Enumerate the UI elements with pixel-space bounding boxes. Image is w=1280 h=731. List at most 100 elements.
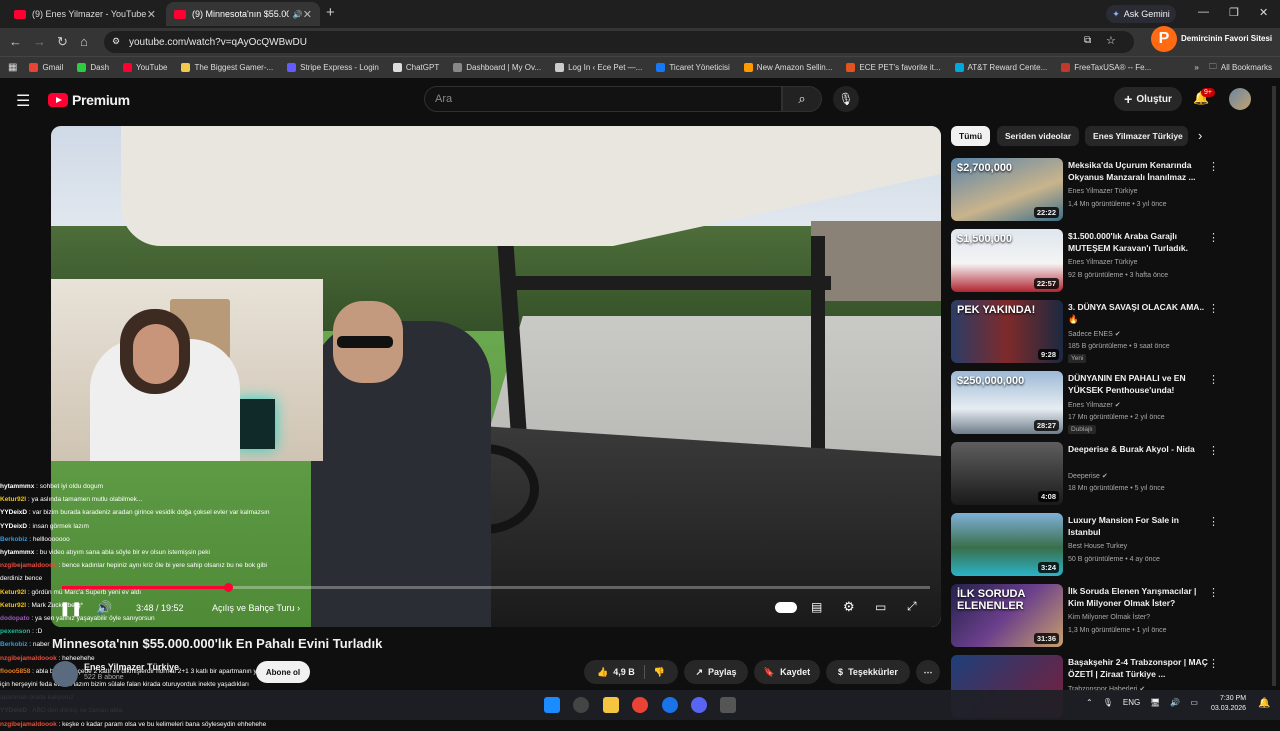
video-thumbnail[interactable]: 3:24: [951, 513, 1063, 576]
site-info-icon[interactable]: ⚙: [112, 36, 120, 47]
recommendation-title[interactable]: Başakşehir 2-4 Trabzonspor | MAÇ ÖZETİ |…: [1068, 656, 1208, 680]
bookmark-item[interactable]: Dashboard | My Ov...: [453, 63, 541, 72]
recommendation-card[interactable]: PEK YAKINDA! 9:28 3. DÜNYA SAVAŞI OLACAK A…: [951, 300, 1263, 364]
recommendation-channel-row[interactable]: Best House Turkey: [1068, 543, 1127, 550]
more-options-icon[interactable]: ⋮: [1208, 515, 1219, 528]
back-icon[interactable]: ←: [9, 34, 22, 49]
all-bookmarks-button[interactable]: 🗀 All Bookmarks: [1209, 61, 1272, 75]
discord-icon[interactable]: [691, 697, 707, 713]
reload-icon[interactable]: ↻: [57, 34, 68, 50]
notification-center-icon[interactable]: 🔔: [1258, 698, 1270, 709]
recommendation-channel-row[interactable]: Kim Milyoner Olmak İster?: [1068, 614, 1150, 621]
video-thumbnail[interactable]: $1,500,000 22:57: [951, 229, 1063, 292]
file-explorer-icon[interactable]: [603, 697, 619, 713]
forward-icon[interactable]: →: [33, 34, 46, 49]
home-icon[interactable]: ⌂: [80, 34, 88, 49]
install-app-icon[interactable]: ⧉: [1084, 35, 1091, 46]
chip-series[interactable]: Seriden videolar: [997, 126, 1080, 146]
search-input[interactable]: Ara: [424, 86, 782, 112]
fullscreen-icon[interactable]: ⤢: [907, 599, 917, 614]
bookmark-item[interactable]: FreeTaxUSA® -- Fe...: [1061, 63, 1151, 72]
menu-hamburger-icon[interactable]: ☰: [16, 91, 30, 111]
save-button[interactable]: 🔖 Kaydet: [754, 660, 820, 684]
chrome-icon[interactable]: [632, 697, 648, 713]
microphone-icon[interactable]: 🎙: [1103, 698, 1113, 707]
browser-tab-active[interactable]: (9) Minnesota'nın $55.000.0 🔊 ✕: [166, 2, 320, 26]
app-icon[interactable]: [720, 697, 736, 713]
bookmark-item[interactable]: Ticaret Yöneticisi: [656, 63, 730, 72]
bookmark-star-icon[interactable]: ☆: [1106, 34, 1116, 47]
app-icon[interactable]: [573, 697, 589, 713]
video-thumbnail[interactable]: İLK SORUDA ELENENLER 31:36: [951, 584, 1063, 647]
recommendation-card[interactable]: $1,500,000 22:57 $1.500.000'lık Araba Gara…: [951, 229, 1263, 293]
recommendation-title[interactable]: DÜNYANIN EN PAHALI ve EN YÜKSEK Penthous…: [1068, 372, 1208, 396]
recommendation-title[interactable]: Luxury Mansion For Sale in Istanbul: [1068, 514, 1208, 538]
profile-badge[interactable]: P: [1151, 26, 1177, 52]
minimize-icon[interactable]: —: [1198, 6, 1209, 18]
bookmark-item[interactable]: ChatGPT: [392, 63, 439, 72]
recommendation-card[interactable]: $250,000,000 28:27 DÜNYANIN EN PAHALI ve E…: [951, 371, 1263, 435]
recommendation-card[interactable]: İLK SORUDA ELENENLER 31:36 İlk Soruda Elen…: [951, 584, 1263, 648]
bookmark-item[interactable]: Gmail: [29, 63, 63, 72]
google-app-icon[interactable]: [662, 697, 678, 713]
bookmark-item[interactable]: Dash: [77, 63, 109, 72]
chip-channel[interactable]: Enes Yilmazer Türkiye: [1085, 126, 1188, 146]
recommendation-channel-row[interactable]: Sadece ENES ✔: [1068, 330, 1121, 338]
more-actions-button[interactable]: ⋯: [916, 660, 940, 684]
chevron-right-icon[interactable]: ›: [1198, 128, 1202, 143]
subscribe-button[interactable]: Abone ol: [256, 661, 310, 683]
battery-icon[interactable]: ▭: [1190, 698, 1198, 707]
address-bar[interactable]: ⚙ youtube.com/watch?v=qAyOcQWBwDU ⧉ ☆: [104, 31, 1134, 53]
recommendation-card[interactable]: 3:24 Luxury Mansion For Sale in Istanbul B…: [951, 513, 1263, 577]
chip-all[interactable]: Tümü: [951, 126, 991, 146]
search-button[interactable]: ⌕: [782, 86, 822, 112]
network-icon[interactable]: 🖥: [1150, 698, 1160, 707]
bookmark-item[interactable]: Stripe Express - Login: [287, 63, 379, 72]
close-window-icon[interactable]: ✕: [1259, 6, 1268, 19]
bookmark-item[interactable]: YouTube: [123, 63, 167, 72]
share-button[interactable]: ↗ Paylaş: [684, 660, 748, 684]
bookmark-item[interactable]: ECE PET's favorite it...: [846, 63, 941, 72]
subtitles-icon[interactable]: ▤: [811, 600, 822, 614]
apps-grid-icon[interactable]: ▦: [8, 62, 17, 73]
video-thumbnail[interactable]: PEK YAKINDA! 9:28: [951, 300, 1063, 363]
more-options-icon[interactable]: ⋮: [1208, 373, 1219, 386]
bookmark-item[interactable]: Log In ‹ Ece Pet —...: [555, 63, 642, 72]
windows-start-icon[interactable]: [544, 697, 560, 713]
recommendation-channel-row[interactable]: Enes Yilmazer Türkiye: [1068, 259, 1138, 266]
more-options-icon[interactable]: ⋮: [1208, 302, 1219, 315]
more-options-icon[interactable]: ⋮: [1208, 586, 1219, 599]
more-options-icon[interactable]: ⋮: [1208, 231, 1219, 244]
bookmark-item[interactable]: The Biggest Gamer-...: [181, 63, 273, 72]
more-options-icon[interactable]: ⋮: [1208, 160, 1219, 173]
recommendation-title[interactable]: İlk Soruda Elenen Yarışmacılar | Kim Mil…: [1068, 585, 1208, 609]
page-scrollbar[interactable]: [1272, 86, 1276, 686]
recommendation-title[interactable]: Deeperise & Burak Akyol - Nida: [1068, 443, 1208, 455]
recommendation-channel-row[interactable]: Enes Yilmazer ✔: [1068, 401, 1121, 409]
recommendation-card[interactable]: 4:08 Deeperise & Burak Akyol - Nida Deeper…: [951, 442, 1263, 506]
close-tab-icon[interactable]: ✕: [147, 8, 156, 21]
chevron-up-icon[interactable]: ⌃: [1086, 698, 1093, 707]
like-button[interactable]: 👍 4,9 B: [597, 667, 635, 678]
channel-name[interactable]: Enes Yilmazer Türkiye: [84, 662, 179, 672]
recommendation-title[interactable]: 3. DÜNYA SAVAŞI OLACAK AMA.. 🔥: [1068, 301, 1208, 325]
bookmark-item[interactable]: AT&T Reward Cente...: [954, 63, 1047, 72]
language-indicator[interactable]: ENG: [1123, 698, 1140, 707]
close-tab-icon[interactable]: ✕: [303, 8, 312, 21]
theater-mode-icon[interactable]: ▭: [875, 600, 886, 614]
new-tab-icon[interactable]: +: [326, 4, 335, 21]
video-thumbnail[interactable]: 4:08: [951, 442, 1063, 505]
recommendation-channel-row[interactable]: Deeperise ✔: [1068, 472, 1108, 480]
dislike-button[interactable]: 👎: [654, 667, 665, 678]
speaker-icon[interactable]: 🔊: [1170, 698, 1180, 707]
bookmark-item[interactable]: New Amazon Sellin...: [743, 63, 832, 72]
voice-search-button[interactable]: 🎙: [833, 86, 859, 112]
more-options-icon[interactable]: ⋮: [1208, 657, 1219, 670]
video-thumbnail[interactable]: $250,000,000 28:27: [951, 371, 1063, 434]
recommendation-channel-row[interactable]: Enes Yilmazer Türkiye: [1068, 188, 1138, 195]
recommendation-card[interactable]: $2,700,000 22:22 Meksika'da Uçurum Kenarın…: [951, 158, 1263, 222]
maximize-icon[interactable]: ❐: [1229, 6, 1239, 19]
thanks-button[interactable]: $ Teşekkürler: [826, 660, 910, 684]
channel-avatar[interactable]: [52, 661, 78, 687]
autoplay-toggle[interactable]: [775, 602, 797, 613]
